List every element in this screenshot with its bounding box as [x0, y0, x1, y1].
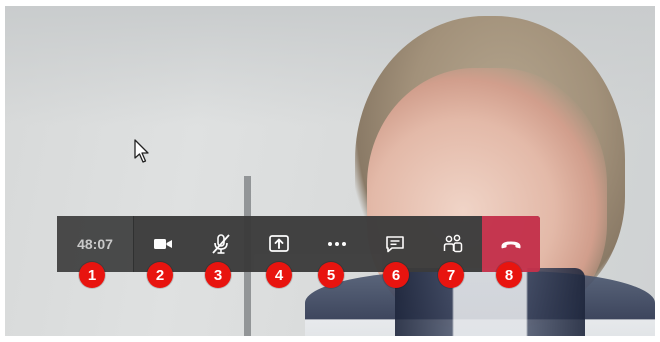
- microphone-muted-icon: [212, 234, 230, 254]
- participant-collar: [395, 268, 585, 336]
- callout-badge-4: 4: [266, 262, 292, 288]
- callout-badge-6: 6: [383, 262, 409, 288]
- callout-badge-1: 1: [79, 262, 105, 288]
- callout-badge-5: 5: [318, 262, 344, 288]
- mouse-cursor-icon: [134, 139, 149, 163]
- video-camera-icon: [154, 239, 172, 249]
- callout-badge-7: 7: [438, 262, 464, 288]
- more-options-icon: [328, 242, 346, 246]
- callout-badge-3: 3: [205, 262, 231, 288]
- callout-badge-2: 2: [147, 262, 173, 288]
- chat-icon: [386, 236, 404, 253]
- hang-up-icon: [501, 241, 521, 249]
- callout-badge-8: 8: [496, 262, 522, 288]
- participants-icon: [443, 234, 463, 253]
- screenshot-frame: 48:07 1 2 3 4 5 6 7 8: [0, 0, 660, 342]
- share-screen-icon: [269, 235, 289, 252]
- call-control-bar: 48:07: [57, 216, 540, 272]
